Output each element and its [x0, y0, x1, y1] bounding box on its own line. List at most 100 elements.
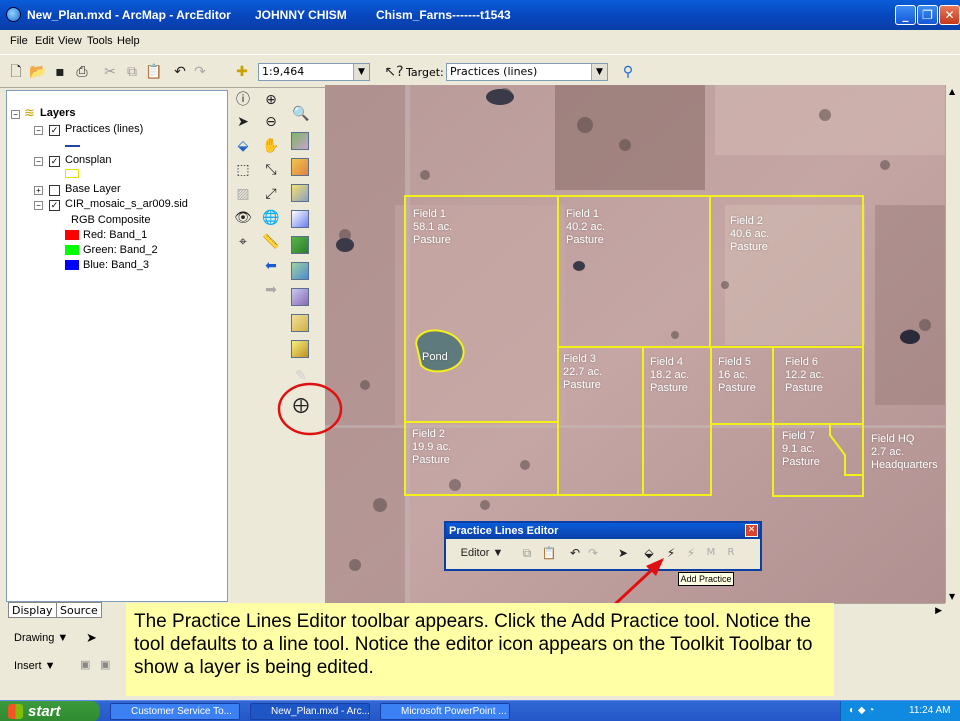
- cut-icon[interactable]: ✂: [100, 62, 120, 82]
- toolkit-plan-icon[interactable]: [291, 158, 309, 176]
- r-button[interactable]: R: [722, 543, 740, 563]
- toolkit-report-icon[interactable]: [291, 314, 309, 332]
- layers-icon: ≋: [24, 105, 35, 120]
- undo-icon[interactable]: ↶: [170, 62, 190, 82]
- clear-selection-icon[interactable]: ▨: [233, 184, 253, 204]
- menu-bar: File Edit View Tools Help: [0, 30, 960, 54]
- zoom-out-icon[interactable]: ⊖: [261, 112, 281, 132]
- paste-icon[interactable]: 📋: [144, 62, 164, 82]
- layer-checkbox[interactable]: ✓: [49, 156, 60, 167]
- identify-icon[interactable]: ⓘ: [233, 90, 253, 110]
- start-button[interactable]: start: [0, 701, 100, 721]
- tray-icons[interactable]: ◐ ◆ ◔: [849, 705, 874, 716]
- editor-toolbar-icon[interactable]: ⚲: [618, 62, 638, 82]
- map-scale-combo[interactable]: 1:9,464 ▼: [258, 63, 370, 81]
- collapse-icon[interactable]: −: [11, 110, 20, 119]
- menu-help[interactable]: Help: [117, 35, 140, 47]
- zoom-in-icon[interactable]: ⊕: [261, 90, 281, 110]
- tab-source[interactable]: Source: [56, 602, 102, 618]
- select-by-rectangle-icon[interactable]: ⬚: [233, 160, 253, 180]
- editor-menu-button[interactable]: Editor ▼: [456, 543, 508, 563]
- arcmap-globe-icon: [6, 7, 21, 22]
- collapse-icon[interactable]: −: [34, 157, 43, 166]
- full-extent-globe-icon[interactable]: 🌐: [261, 208, 281, 228]
- whats-this-icon[interactable]: ↖?: [384, 62, 404, 82]
- fixed-zoom-in-icon[interactable]: ⤡: [261, 160, 281, 180]
- toolkit-map-icon[interactable]: [291, 132, 309, 150]
- taskbar-item[interactable]: Customer Service To...: [110, 703, 240, 720]
- new-document-icon[interactable]: 🗋: [6, 62, 26, 82]
- toolkit-select-icon[interactable]: [291, 184, 309, 202]
- measure-icon[interactable]: 📏: [261, 232, 281, 252]
- restore-button[interactable]: ❐: [917, 5, 938, 25]
- layer-checkbox[interactable]: ✓: [49, 200, 60, 211]
- minimize-button[interactable]: _: [895, 5, 916, 25]
- find-binoculars-icon[interactable]: 👁: [233, 208, 253, 228]
- toolkit-land-unit-icon[interactable]: [291, 236, 309, 254]
- go-to-xy-icon[interactable]: ⌖: [233, 232, 253, 252]
- insert-menu[interactable]: Insert ▼: [14, 660, 55, 672]
- scroll-up-icon[interactable]: ▲: [949, 87, 955, 96]
- redo-icon[interactable]: ↷: [190, 62, 210, 82]
- field-label: Field 4 18.2 ac. Pasture: [650, 356, 690, 394]
- layer-cir-mosaic[interactable]: CIR_mosaic_s_ar009.sid: [65, 198, 188, 212]
- sketch-tool-icon[interactable]: ⚡: [682, 543, 700, 563]
- field-label: Field 3 22.7 ac. Pasture: [563, 353, 603, 391]
- toolkit-boundary-icon[interactable]: [291, 210, 309, 228]
- map-vertical-scrollbar[interactable]: ▲ ▼: [945, 85, 960, 603]
- taskbar-item-active[interactable]: New_Plan.mxd - Arc...: [250, 703, 370, 720]
- scroll-down-icon[interactable]: ▼: [949, 592, 955, 601]
- select-elements-icon[interactable]: ➤: [86, 630, 97, 646]
- expand-icon[interactable]: +: [34, 186, 43, 195]
- menu-view[interactable]: View: [58, 35, 82, 47]
- close-window-button[interactable]: ✕: [939, 5, 960, 25]
- m-button[interactable]: M: [702, 543, 720, 563]
- print-icon[interactable]: ⎙: [72, 62, 92, 82]
- save-icon[interactable]: ▪: [50, 62, 70, 82]
- collapse-icon[interactable]: −: [34, 126, 43, 135]
- layer-checkbox[interactable]: [49, 185, 60, 196]
- layer-consplan[interactable]: Consplan: [65, 154, 111, 168]
- paste-icon[interactable]: 📋: [540, 543, 558, 563]
- insert-icon[interactable]: ▣: [80, 658, 90, 671]
- toolkit-star-icon[interactable]: [291, 340, 309, 358]
- editor-toolbar-title: Practice Lines Editor: [446, 523, 760, 539]
- copy-icon[interactable]: ⧉: [518, 543, 536, 563]
- select-arrow-icon[interactable]: ➤: [233, 112, 253, 132]
- open-folder-icon[interactable]: 📂: [28, 62, 48, 82]
- menu-edit[interactable]: Edit: [35, 35, 54, 47]
- forward-arrow-icon[interactable]: ➡: [261, 280, 281, 300]
- layer-checkbox[interactable]: ✓: [49, 125, 60, 136]
- select-features-icon[interactable]: ⬙: [233, 136, 253, 156]
- add-data-icon[interactable]: ✚: [232, 62, 252, 82]
- back-arrow-icon[interactable]: ⬅: [261, 256, 281, 276]
- menu-file[interactable]: File: [10, 35, 28, 47]
- copy-icon[interactable]: ⧉: [122, 62, 142, 82]
- scroll-right-icon[interactable]: ▶: [935, 606, 942, 616]
- collapse-icon[interactable]: −: [34, 201, 43, 210]
- toolkit-edit-icon[interactable]: [291, 288, 309, 306]
- pan-hand-icon[interactable]: ✋: [261, 136, 281, 156]
- fixed-zoom-out-icon[interactable]: ⤢: [261, 184, 281, 204]
- field-label: Field HQ 2.7 ac. Headquarters: [871, 433, 938, 471]
- chevron-down-icon[interactable]: ▼: [353, 64, 369, 80]
- farm-name: Chism_Farns-------t1543: [376, 8, 511, 22]
- chevron-down-icon[interactable]: ▼: [591, 64, 607, 80]
- insert-icon[interactable]: ▣: [100, 658, 110, 671]
- drawing-menu[interactable]: Drawing ▼: [14, 632, 68, 644]
- menu-tools[interactable]: Tools: [87, 35, 113, 47]
- window-title: New_Plan.mxd - ArcMap - ArcEditor: [27, 8, 231, 22]
- layers-root[interactable]: Layers: [40, 107, 75, 121]
- undo-icon[interactable]: ↶: [566, 543, 584, 563]
- blue-swatch: [65, 260, 79, 270]
- magnify-search-icon[interactable]: 🔍: [291, 104, 311, 124]
- close-icon[interactable]: ✕: [745, 524, 758, 537]
- taskbar-item[interactable]: Microsoft PowerPoint ...: [380, 703, 510, 720]
- layer-practices-lines[interactable]: Practices (lines): [65, 123, 143, 137]
- user-name: JOHNNY CHISM: [255, 8, 347, 22]
- layer-base-layer[interactable]: Base Layer: [65, 183, 121, 197]
- target-layer-value: Practices (lines): [450, 65, 538, 78]
- toolkit-practice-icon[interactable]: [291, 262, 309, 280]
- tab-display[interactable]: Display: [8, 602, 57, 618]
- target-layer-combo[interactable]: Practices (lines) ▼: [446, 63, 608, 81]
